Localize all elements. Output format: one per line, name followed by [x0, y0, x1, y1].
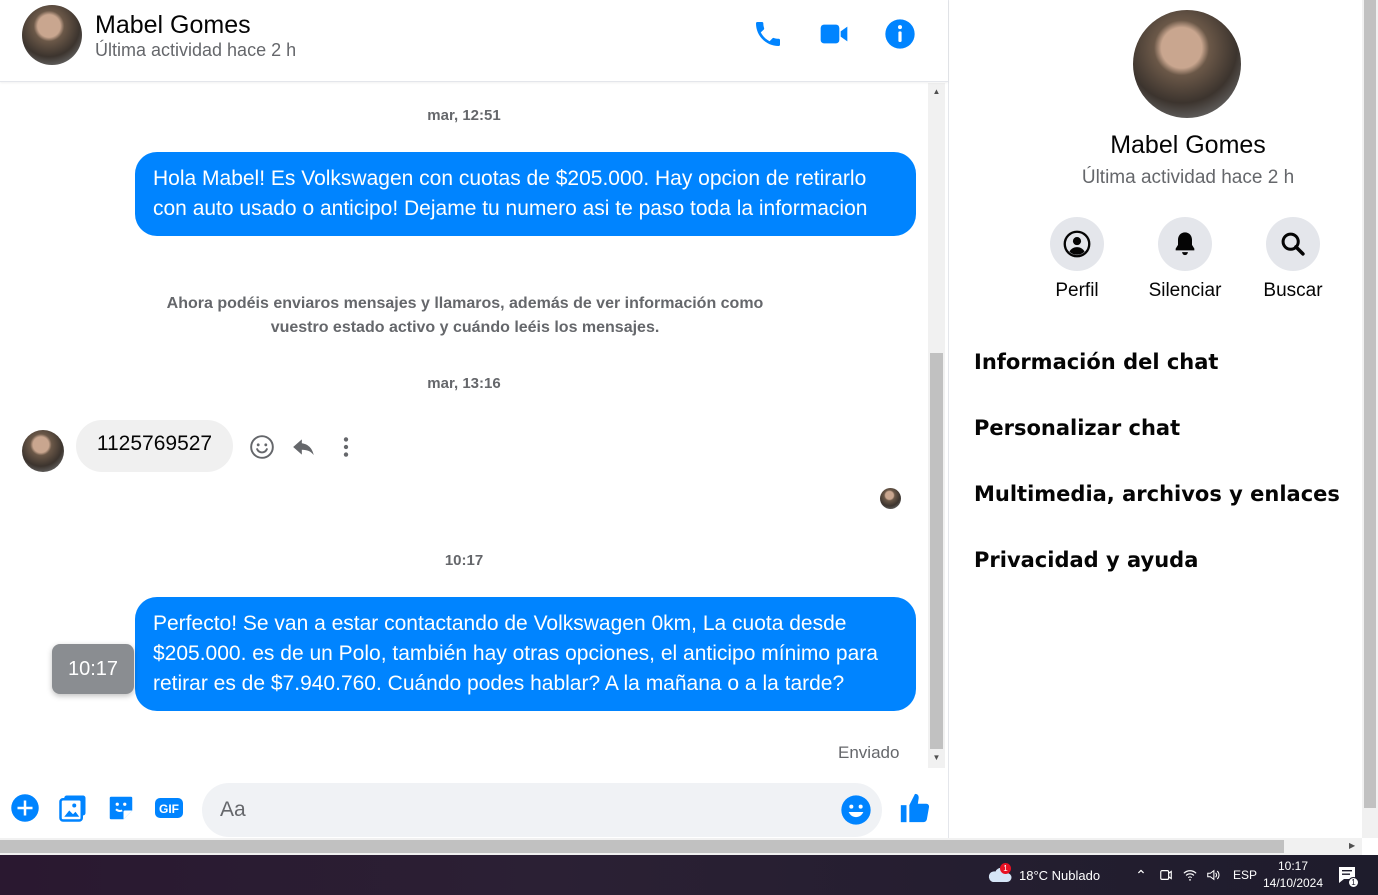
search-button[interactable]: Buscar — [1248, 217, 1338, 302]
menu-media-files[interactable]: Multimedia, archivos y enlaces — [974, 482, 1340, 506]
horizontal-scrollbar[interactable]: ▶ — [0, 838, 1362, 855]
menu-chat-info[interactable]: Información del chat — [974, 350, 1218, 374]
contact-name[interactable]: Mabel Gomes — [95, 11, 251, 40]
contact-avatar[interactable] — [22, 5, 82, 65]
wifi-icon[interactable] — [1181, 866, 1199, 884]
incoming-message[interactable]: 1125769527 — [76, 420, 233, 472]
mute-label: Silenciar — [1148, 280, 1222, 301]
emoji-icon[interactable] — [840, 794, 872, 826]
windows-taskbar: 1 18°C Nublado ⌃ ESP 10:17 14/10/2024 1 — [0, 855, 1378, 895]
weather-text[interactable]: 18°C Nublado — [1019, 868, 1100, 883]
profile-label: Perfil — [1055, 280, 1099, 301]
notification-count: 1 — [1348, 877, 1359, 888]
profile-name: Mabel Gomes — [1110, 131, 1266, 159]
menu-privacy-help[interactable]: Privacidad y ayuda — [974, 548, 1198, 572]
sticker-icon[interactable] — [105, 792, 137, 824]
outgoing-message[interactable]: Perfecto! Se van a estar contactando de … — [135, 597, 916, 711]
svg-text:GIF: GIF — [159, 802, 179, 816]
phone-icon[interactable] — [750, 16, 786, 52]
react-icon[interactable] — [247, 432, 277, 462]
seen-indicator-avatar — [880, 488, 901, 509]
plus-icon[interactable] — [9, 792, 41, 824]
chat-pane: Mabel Gomes Última actividad hace 2 h ma… — [0, 0, 948, 838]
reply-icon[interactable] — [289, 432, 319, 462]
message-input[interactable] — [220, 795, 820, 825]
menu-chat-info-label: Información del chat — [974, 350, 1219, 374]
page-scrollbar[interactable] — [1362, 0, 1378, 838]
message-input-box[interactable] — [202, 783, 882, 837]
notifications-icon[interactable]: 1 — [1337, 865, 1359, 888]
scroll-down-icon[interactable]: ▼ — [928, 749, 945, 766]
menu-media-files-label: Multimedia, archivos y enlaces — [974, 482, 1340, 506]
sent-status: Enviado — [838, 743, 900, 762]
composer: GIF — [0, 768, 948, 838]
language-indicator[interactable]: ESP — [1233, 868, 1257, 882]
volume-icon[interactable] — [1204, 866, 1222, 884]
profile-status: Última actividad hace 2 h — [1081, 167, 1295, 188]
timestamp: 10:17 — [444, 552, 484, 569]
more-options-icon[interactable] — [331, 432, 361, 462]
timestamp: mar, 12:51 — [427, 107, 501, 124]
bell-icon[interactable] — [1158, 217, 1212, 271]
message-scrollbar[interactable]: ▲ ▼ — [928, 83, 945, 768]
profile-button[interactable]: Perfil — [1032, 217, 1122, 302]
like-icon[interactable] — [897, 790, 933, 826]
page-scroll-thumb[interactable] — [1364, 0, 1376, 808]
clock-date[interactable]: 14/10/2024 — [1262, 876, 1324, 890]
chevron-up-icon[interactable]: ⌃ — [1132, 866, 1150, 884]
menu-privacy-help-label: Privacidad y ayuda — [974, 548, 1199, 572]
connection-notice: Ahora podéis enviaros mensajes y llamaro… — [166, 295, 764, 336]
menu-customize-chat-label: Personalizar chat — [974, 416, 1181, 440]
contact-info-pane: Mabel Gomes Última actividad hace 2 h Pe… — [948, 0, 1362, 838]
meet-icon[interactable] — [1157, 866, 1175, 884]
menu-customize-chat[interactable]: Personalizar chat — [974, 416, 1180, 440]
scroll-right-icon[interactable]: ▶ — [1349, 841, 1355, 850]
search-icon[interactable] — [1266, 217, 1320, 271]
weather-badge: 1 — [1000, 863, 1011, 874]
clock-time[interactable]: 10:17 — [1262, 859, 1324, 873]
scroll-thumb[interactable] — [930, 353, 943, 749]
message-list: mar, 12:51 Hola Mabel! Es Volkswagen con… — [0, 83, 928, 768]
search-label: Buscar — [1263, 280, 1323, 301]
profile-icon[interactable] — [1050, 217, 1104, 271]
profile-avatar[interactable] — [1133, 10, 1241, 118]
timestamp: mar, 13:16 — [427, 375, 501, 392]
photo-icon[interactable] — [57, 792, 89, 824]
scroll-up-icon[interactable]: ▲ — [928, 83, 945, 100]
contact-status: Última actividad hace 2 h — [95, 40, 297, 60]
mute-button[interactable]: Silenciar — [1140, 217, 1230, 302]
messenger-window: Mabel Gomes Última actividad hace 2 h ma… — [0, 0, 1378, 895]
time-tooltip: 10:17 — [52, 644, 134, 694]
outgoing-message[interactable]: Hola Mabel! Es Volkswagen con cuotas de … — [135, 152, 916, 236]
chat-header: Mabel Gomes Última actividad hace 2 h — [0, 0, 948, 82]
cloud-icon[interactable]: 1 — [986, 863, 1012, 885]
info-icon[interactable] — [882, 16, 918, 52]
sender-avatar[interactable] — [22, 430, 64, 472]
gif-icon[interactable]: GIF — [153, 792, 185, 824]
horizontal-scroll-thumb[interactable] — [0, 840, 1284, 853]
video-icon[interactable] — [816, 16, 852, 52]
